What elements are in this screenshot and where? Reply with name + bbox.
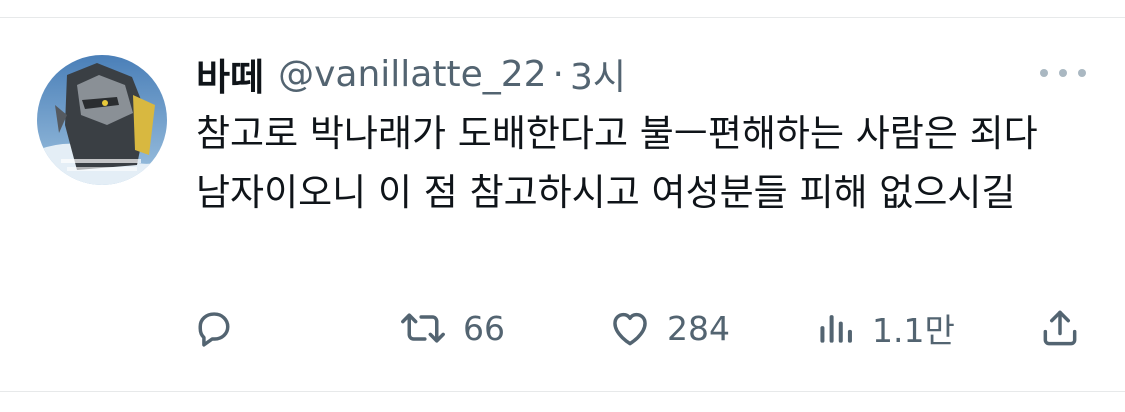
views-button[interactable]: 1.1만 [814, 300, 955, 356]
more-icon[interactable] [1040, 60, 1086, 86]
reply-button[interactable] [192, 300, 236, 356]
tweet-text: 참고로 박나래가 도배한다고 불ㅡ편해하는 사람은 죄다 남자이오니 이 점 참… [196, 112, 1038, 214]
retweet-button[interactable]: 66 [397, 300, 505, 356]
more-dot [1040, 69, 1048, 77]
retweet-count: 66 [463, 308, 505, 348]
reply-icon [198, 312, 230, 347]
bottom-divider [0, 391, 1125, 392]
more-dot [1078, 69, 1086, 77]
user-handle[interactable]: @vanillatte_22 [278, 54, 546, 95]
retweet-icon [401, 313, 445, 343]
share-button[interactable] [1038, 300, 1082, 356]
like-button[interactable]: 284 [607, 300, 730, 356]
timestamp[interactable]: 3시 [570, 48, 626, 100]
tweet-header: 바떼 @vanillatte_22 · 3시 [196, 47, 626, 101]
more-dot [1059, 69, 1067, 77]
like-count: 284 [667, 308, 730, 348]
share-icon [1043, 310, 1077, 346]
avatar[interactable] [37, 55, 167, 185]
views-count: 1.1만 [872, 311, 955, 350]
display-name[interactable]: 바떼 [196, 47, 264, 101]
top-divider [0, 17, 1125, 18]
action-bar: 66 284 1.1만 [0, 300, 1125, 356]
separator-dot: · [552, 53, 564, 95]
views-icon [820, 315, 852, 343]
heart-icon [613, 312, 647, 346]
